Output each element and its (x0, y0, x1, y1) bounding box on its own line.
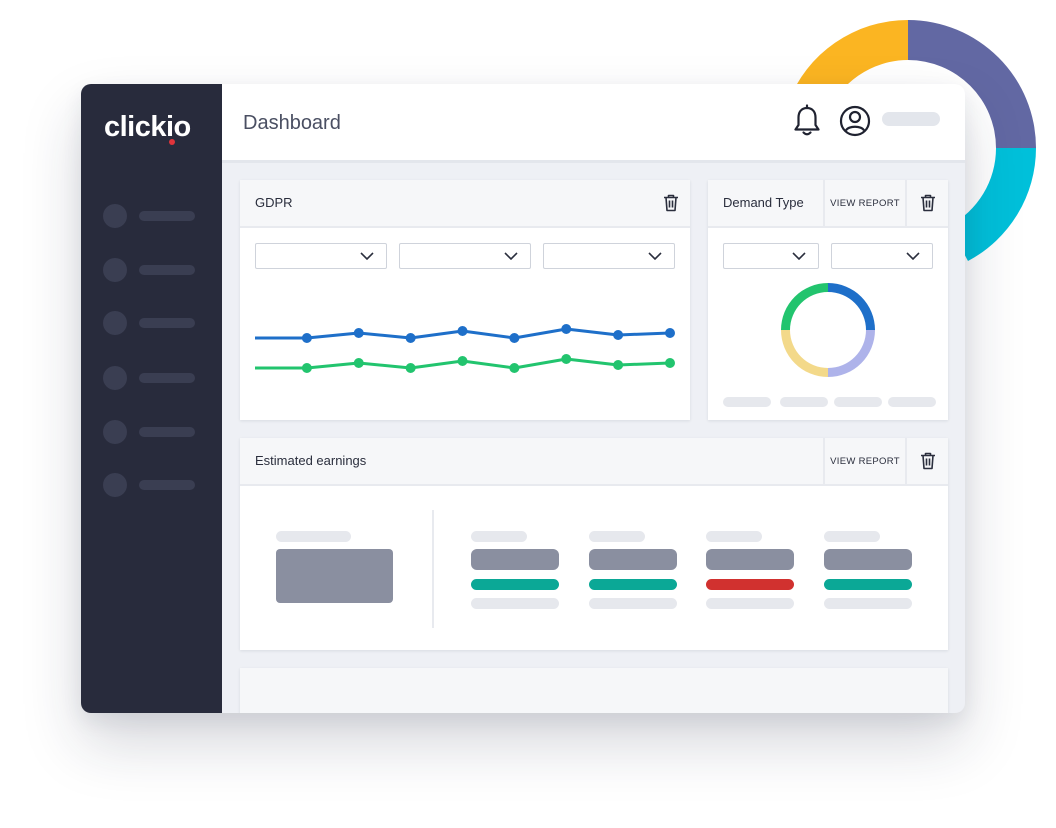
gdpr-filter-select-3[interactable] (543, 243, 675, 269)
demand-filter-select-2[interactable] (831, 243, 933, 269)
sidebar-item-icon (103, 473, 127, 497)
line-point[interactable] (509, 333, 520, 343)
line-point[interactable] (561, 324, 572, 334)
gdpr-line-chart (255, 324, 675, 373)
logo-dot (169, 139, 175, 145)
sidebar-item-label-placeholder (139, 318, 195, 328)
gdpr-filter-select-1[interactable] (255, 243, 387, 269)
sidebar-item-label-placeholder (139, 373, 195, 383)
line-point[interactable] (353, 358, 364, 368)
chevron-down-icon (792, 252, 806, 260)
metric-sub-placeholder (471, 598, 559, 609)
line-point[interactable] (405, 363, 416, 373)
sidebar-item-icon (103, 366, 127, 390)
sidebar-item-2[interactable] (103, 258, 203, 282)
line-point[interactable] (509, 363, 520, 373)
metric-value-placeholder (824, 549, 912, 570)
sidebar-item-icon (103, 311, 127, 335)
donut-slice-1[interactable] (828, 283, 875, 330)
gdpr-filter-select-2[interactable] (399, 243, 531, 269)
metric-value-placeholder (706, 549, 794, 570)
trash-icon[interactable] (920, 452, 936, 470)
demand-card-header: Demand Type VIEW REPORT (708, 180, 948, 228)
chevron-down-icon (906, 252, 920, 260)
logo-text-accent: io (166, 111, 191, 145)
gdpr-card: GDPR (240, 180, 690, 420)
metric-status-bar-negative (706, 579, 794, 590)
line-point[interactable] (561, 354, 572, 364)
sidebar-item-icon (103, 204, 127, 228)
app-window: clickio Dashboard GDPR Demand Type VIEW … (81, 84, 965, 713)
sidebar-item-4[interactable] (103, 366, 203, 390)
demand-filter-select-1[interactable] (723, 243, 819, 269)
line-point[interactable] (457, 326, 468, 336)
logo-text-main: click (104, 111, 167, 143)
sidebar-item-icon (103, 420, 127, 444)
metric-status-bar-positive (471, 579, 559, 590)
user-icon[interactable] (838, 104, 872, 138)
demand-type-card: Demand Type VIEW REPORT (708, 180, 948, 420)
chevron-down-icon (648, 252, 662, 260)
line-point[interactable] (405, 333, 416, 343)
chevron-down-icon (360, 252, 374, 260)
line-point[interactable] (613, 360, 624, 370)
sidebar-item-label-placeholder (139, 211, 195, 221)
line-point[interactable] (665, 358, 675, 368)
sidebar-item-6[interactable] (103, 473, 203, 497)
line-point[interactable] (613, 330, 624, 340)
bell-icon[interactable] (792, 104, 822, 138)
sidebar-item-3[interactable] (103, 311, 203, 335)
sidebar-item-icon (103, 258, 127, 282)
trash-icon[interactable] (920, 194, 936, 212)
metric-label-placeholder (706, 531, 762, 542)
metric-label-placeholder (471, 531, 527, 542)
total-value-placeholder (276, 549, 393, 603)
metric-status-bar-positive (589, 579, 677, 590)
estimated-earnings-card: Estimated earnings VIEW REPORT (240, 438, 948, 650)
donut-slice-3[interactable] (781, 330, 828, 377)
legend-placeholder (834, 397, 882, 407)
legend-placeholder (723, 397, 771, 407)
clickio-logo[interactable]: clickio (104, 107, 191, 147)
donut-slice-2[interactable] (828, 330, 875, 377)
sidebar-item-label-placeholder (139, 265, 195, 275)
page-title: Dashboard (243, 112, 341, 134)
sidebar-item-label-placeholder (139, 480, 195, 490)
view-report-button[interactable]: VIEW REPORT (823, 180, 907, 226)
metric-sub-placeholder (824, 598, 912, 609)
donut-slice-4[interactable] (781, 283, 828, 330)
earnings-card-title: Estimated earnings (255, 453, 367, 468)
metric-label-placeholder (824, 531, 880, 542)
line-point[interactable] (301, 333, 312, 343)
metric-value-placeholder (589, 549, 677, 570)
line-point[interactable] (353, 328, 364, 338)
metric-label-placeholder (589, 531, 645, 542)
demand-donut-chart (781, 283, 875, 377)
line-point[interactable] (457, 356, 468, 366)
legend-placeholder (888, 397, 936, 407)
chevron-down-icon (504, 252, 518, 260)
divider (432, 510, 434, 628)
total-label-placeholder (276, 531, 351, 542)
bottom-card-partial (240, 668, 948, 713)
legend-placeholder (780, 397, 828, 407)
sidebar-item-5[interactable] (103, 420, 203, 444)
earnings-card-header: Estimated earnings VIEW REPORT (240, 438, 948, 486)
sidebar-item-label-placeholder (139, 427, 195, 437)
line-point[interactable] (665, 328, 675, 338)
metric-status-bar-positive (824, 579, 912, 590)
trash-icon[interactable] (663, 194, 679, 212)
gdpr-card-title: GDPR (255, 195, 293, 210)
view-report-button[interactable]: VIEW REPORT (823, 438, 907, 484)
top-bar: Dashboard (222, 84, 965, 163)
demand-card-title: Demand Type (723, 195, 804, 210)
metric-sub-placeholder (589, 598, 677, 609)
sidebar-item-1[interactable] (103, 204, 203, 228)
user-name-placeholder[interactable] (882, 112, 940, 126)
line-point[interactable] (301, 363, 312, 373)
gdpr-card-header: GDPR (240, 180, 690, 228)
metric-value-placeholder (471, 549, 559, 570)
metric-sub-placeholder (706, 598, 794, 609)
sidebar: clickio (81, 84, 222, 713)
